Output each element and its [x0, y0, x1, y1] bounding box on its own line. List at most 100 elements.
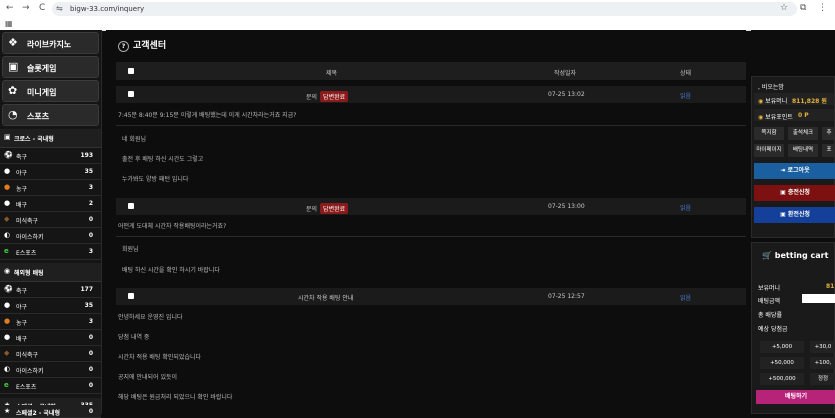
- site-info-icon[interactable]: ⇋: [56, 4, 63, 13]
- sport-item-soccer[interactable]: ⚽ 축구 177: [0, 282, 101, 298]
- notice-line: 시간차 적용 배팅 확인되었습니다: [118, 354, 202, 361]
- extensions-icon[interactable]: ⧉: [800, 3, 806, 13]
- volleyball-icon: ●: [4, 199, 11, 207]
- sport-item-baseball[interactable]: ● 야구 35: [0, 298, 101, 314]
- section-overseas[interactable]: ◉ 해외형 배팅: [0, 263, 101, 282]
- withdraw-button[interactable]: ▣ 환전신청: [754, 207, 835, 223]
- mypage-button[interactable]: 마이페이지: [754, 144, 784, 157]
- section-cross-domestic[interactable]: ▣ 크로스 - 국내형: [0, 129, 101, 148]
- answer-line: 배팅 하신 시간을 확인 하시기 바랍니다: [122, 267, 220, 274]
- football-icon: ◆: [4, 349, 10, 357]
- header-subject: 제목: [326, 70, 338, 77]
- user-name: , 비오는밤: [758, 84, 784, 91]
- status-badge: 답변완료: [320, 203, 349, 214]
- sport-item-volleyball[interactable]: ● 배구 0: [0, 330, 101, 346]
- sport-count: 35: [84, 302, 93, 309]
- sport-item-soccer[interactable]: ⚽ 축구 193: [0, 148, 101, 164]
- point-button[interactable]: 포: [822, 144, 835, 157]
- back-icon[interactable]: ←: [6, 3, 14, 13]
- sport-item-football[interactable]: ◆ 미식축구 0: [0, 212, 101, 228]
- sport-item-hockey[interactable]: ◐ 아이스하키 0: [0, 228, 101, 244]
- select-all-checkbox[interactable]: [128, 68, 134, 74]
- deposit-button[interactable]: ▣ 충전신청: [754, 185, 835, 201]
- row-subject-text: 문의: [306, 206, 318, 213]
- address-bar[interactable]: ⇋ bigw-33.com/inquery: [52, 2, 797, 16]
- notice-line: 안녕하세요 운영진 입니다: [118, 314, 183, 321]
- message-button[interactable]: 쪽지함: [754, 127, 784, 140]
- hockey-icon: ◐: [4, 231, 11, 239]
- logout-button[interactable]: ⇥ 로그아웃: [754, 163, 835, 179]
- status-badge: 답변완료: [320, 91, 349, 102]
- amount-button[interactable]: +100,: [810, 357, 835, 369]
- sport-item-esports[interactable]: e E스포츠 0: [0, 378, 101, 394]
- section-special2[interactable]: ★ 스페셜2 - 국내형 0: [0, 405, 101, 418]
- row-checkbox[interactable]: [128, 293, 134, 299]
- basketball-icon: ●: [4, 183, 11, 191]
- profile-icon[interactable]: ⋮: [818, 3, 827, 13]
- sport-item-esports[interactable]: e E스포츠 3: [0, 244, 101, 260]
- table-row[interactable]: 문의 답변완료 07-25 13:00 읽음: [116, 198, 746, 215]
- amount-button[interactable]: +500,000: [760, 373, 804, 385]
- bet-amount-input[interactable]: [802, 294, 835, 303]
- cross-icon: ▣: [4, 133, 11, 141]
- attendance-button[interactable]: 출석체크: [788, 127, 818, 140]
- section-title: 해외형 배팅: [14, 270, 44, 277]
- sport-count: 0: [88, 232, 93, 239]
- right-panel: , 비오는밤 ◉ 보유머니 811,828 원 ◉ 보유포인트 0 P 쪽지함 …: [751, 30, 835, 414]
- bet-history-button[interactable]: 배팅내역: [788, 144, 818, 157]
- sport-name: 미식축구: [16, 352, 39, 359]
- sport-item-hockey[interactable]: ◐ 아이스하키 0: [0, 362, 101, 378]
- place-bet-button[interactable]: 배팅하기: [756, 390, 835, 404]
- sport-name: 야구: [16, 170, 28, 177]
- esports-icon: e: [4, 381, 9, 389]
- menu-sports[interactable]: ◔ 스포츠: [2, 104, 99, 126]
- recommend-button[interactable]: 추: [822, 127, 835, 140]
- baseball-icon: ●: [4, 301, 11, 309]
- forward-icon[interactable]: →: [22, 3, 30, 13]
- globe-icon: ◉: [4, 267, 11, 275]
- apps-grid-icon[interactable]: ▦: [5, 19, 13, 28]
- sport-count: 0: [88, 366, 93, 373]
- point-value: 0 P: [798, 112, 809, 119]
- reload-icon[interactable]: C: [39, 3, 45, 13]
- cart-title: 🛒 betting cart: [762, 251, 828, 260]
- table-row[interactable]: 시간차 작용 배팅 안내 07-25 12:57 읽음: [116, 288, 746, 305]
- table-row[interactable]: 문의 답변완료 07-25 13:02 읽음: [116, 86, 746, 103]
- header-date: 작성일자: [554, 70, 577, 77]
- money-label: ◉ 보유머니: [758, 96, 787, 105]
- sport-name: E스포츠: [16, 384, 37, 391]
- notice-line: 공지에 안내되어 있듯이: [118, 374, 178, 381]
- reset-button[interactable]: 정정: [810, 373, 835, 385]
- sport-count: 193: [80, 152, 93, 159]
- menu-live-casino[interactable]: ❖ 라이브카지노: [2, 32, 99, 54]
- sport-name: 농구: [16, 320, 28, 327]
- page-title: ? 고객센터: [118, 38, 166, 52]
- menu-label: 슬롯게임: [27, 64, 57, 73]
- row-checkbox[interactable]: [128, 203, 134, 209]
- money-row: ◉ 보유머니 811,828 원: [754, 93, 834, 105]
- amount-button[interactable]: +30,0: [810, 341, 835, 353]
- row-checkbox[interactable]: [128, 91, 134, 97]
- amount-button[interactable]: +5,000: [760, 341, 804, 353]
- menu-label: 라이브카지노: [27, 40, 72, 49]
- money-value: 811,828 원: [792, 98, 827, 105]
- notice-line: 해당 배팅은 원금처리 되었으니 확인 바랍니다: [118, 394, 233, 401]
- bookmark-star-icon[interactable]: ☆: [780, 3, 788, 13]
- sport-item-football[interactable]: ◆ 미식축구 0: [0, 346, 101, 362]
- menu-mini-game[interactable]: ✿ 미니게임: [2, 80, 99, 102]
- user-box: , 비오는밤 ◉ 보유머니 811,828 원 ◉ 보유포인트 0 P 쪽지함 …: [751, 76, 835, 238]
- menu-slot-game[interactable]: ▣ 슬롯게임: [2, 56, 99, 78]
- sport-item-baseball[interactable]: ● 야구 35: [0, 164, 101, 180]
- amount-button[interactable]: +50,000: [760, 357, 804, 369]
- row-status: 읽음: [680, 295, 692, 302]
- row-date: 07-25 13:00: [548, 203, 585, 210]
- url-text: bigw-33.com/inquery: [70, 5, 145, 13]
- sport-item-basketball[interactable]: ● 농구 3: [0, 180, 101, 196]
- row-date: 07-25 12:57: [548, 293, 585, 300]
- sport-count: 3: [88, 184, 93, 191]
- divider: [116, 125, 746, 126]
- slot-icon: ▣: [8, 60, 19, 73]
- sport-item-volleyball[interactable]: ● 배구 2: [0, 196, 101, 212]
- sport-count: 3: [88, 318, 93, 325]
- sport-item-basketball[interactable]: ● 농구 3: [0, 314, 101, 330]
